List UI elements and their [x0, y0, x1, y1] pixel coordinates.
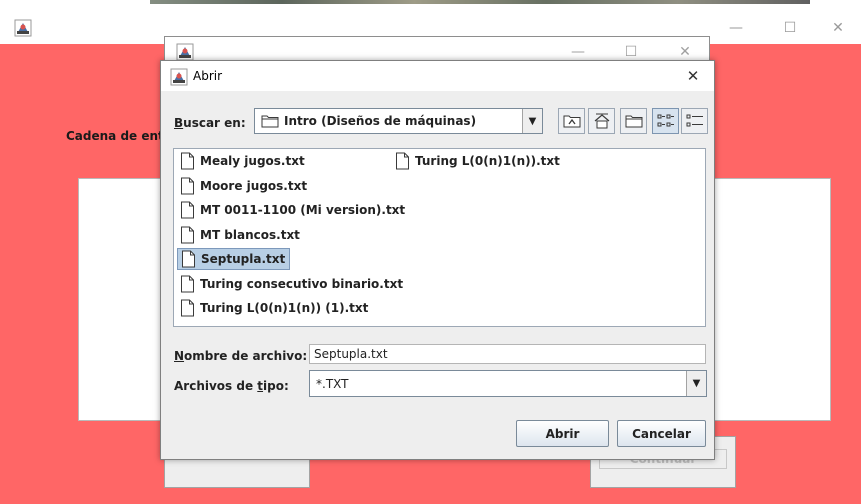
new-folder-button[interactable] [620, 108, 647, 134]
up-folder-icon [563, 115, 580, 128]
file-list[interactable]: Mealy jugos.txt Moore jugos.txt MT 0011-11… [173, 148, 706, 327]
background-window-strip [150, 0, 810, 4]
filename-label: Nombre de archivo: [174, 349, 308, 363]
file-name: MT blancos.txt [200, 227, 300, 242]
dialog-title: Abrir [193, 69, 223, 83]
main-maximize-button[interactable]: ☐ [767, 12, 813, 44]
file-name: Mealy jugos.txt [200, 154, 305, 168]
file-list-item[interactable]: Moore jugos.txt [177, 175, 311, 197]
file-icon [182, 250, 195, 268]
up-folder-button[interactable] [558, 108, 585, 134]
chevron-down-icon[interactable]: ▼ [686, 371, 706, 396]
file-icon [181, 201, 194, 219]
file-name: Turing L(0(n)1(n)).txt [415, 154, 560, 168]
look-in-value-wrapper: Intro (Diseños de máquinas) [261, 109, 476, 133]
home-icon [594, 113, 609, 129]
list-view-button[interactable] [652, 108, 679, 134]
file-list-item[interactable]: Septupla.txt [177, 248, 291, 270]
file-list-item[interactable]: Turing consecutivo binario.txt [177, 273, 407, 295]
file-name: MT 0011-1100 (Mi version).txt [200, 203, 406, 217]
details-view-button[interactable] [681, 108, 708, 134]
file-list-item[interactable]: MT 0011-1100 (Mi version).txt [177, 199, 409, 221]
list-view-icon [657, 114, 674, 127]
file-list-item[interactable]: Turing L(0(n)1(n)) (1).txt [177, 297, 372, 319]
file-name: Turing consecutivo binario.txt [200, 276, 404, 291]
open-button[interactable]: Abrir [516, 420, 609, 447]
file-icon [181, 299, 194, 317]
file-icon [181, 177, 194, 194]
file-list-item[interactable]: MT blancos.txt [177, 224, 304, 246]
new-folder-icon [625, 115, 642, 128]
file-name: Septupla.txt [201, 252, 286, 266]
file-icon [181, 275, 194, 292]
main-close-button[interactable]: ✕ [815, 12, 861, 44]
file-list-item[interactable]: Turing L(0(n)1(n)).txt [392, 150, 564, 172]
cancel-button[interactable]: Cancelar [617, 420, 706, 447]
java-app-icon [14, 19, 32, 37]
filename-input[interactable]: Septupla.txt [309, 344, 706, 364]
file-list-item[interactable]: Mealy jugos.txt [177, 150, 309, 172]
file-icon [181, 226, 194, 243]
look-in-label: Buscar en: [174, 116, 246, 130]
look-in-value: Intro (Diseños de máquinas) [284, 114, 477, 128]
dialog-close-button[interactable]: ✕ [678, 61, 708, 91]
details-view-icon [686, 114, 703, 127]
filetype-combobox[interactable]: *.TXT ▼ [309, 370, 707, 397]
folder-icon [261, 115, 279, 128]
file-name: Turing L(0(n)1(n)) (1).txt [200, 301, 369, 315]
desktop-top-strip [0, 0, 861, 12]
dialog-titlebar: Abrir ✕ [161, 61, 714, 91]
file-name: Moore jugos.txt [200, 178, 308, 193]
filetype-label: Archivos de tipo: [174, 379, 289, 393]
file-icon [396, 152, 409, 170]
open-file-dialog: Abrir ✕ Buscar en: Intro (Diseños de máq… [160, 60, 715, 460]
java-app-icon [170, 68, 188, 86]
filetype-value: *.TXT [316, 376, 349, 391]
input-string-label: Cadena de ent [66, 129, 164, 143]
look-in-combobox[interactable]: Intro (Diseños de máquinas) ▼ [254, 108, 543, 134]
java-app-icon [176, 43, 194, 61]
file-icon [181, 152, 194, 170]
main-minimize-button[interactable]: — [713, 12, 759, 44]
home-button[interactable] [588, 108, 615, 134]
chevron-down-icon[interactable]: ▼ [522, 109, 542, 133]
